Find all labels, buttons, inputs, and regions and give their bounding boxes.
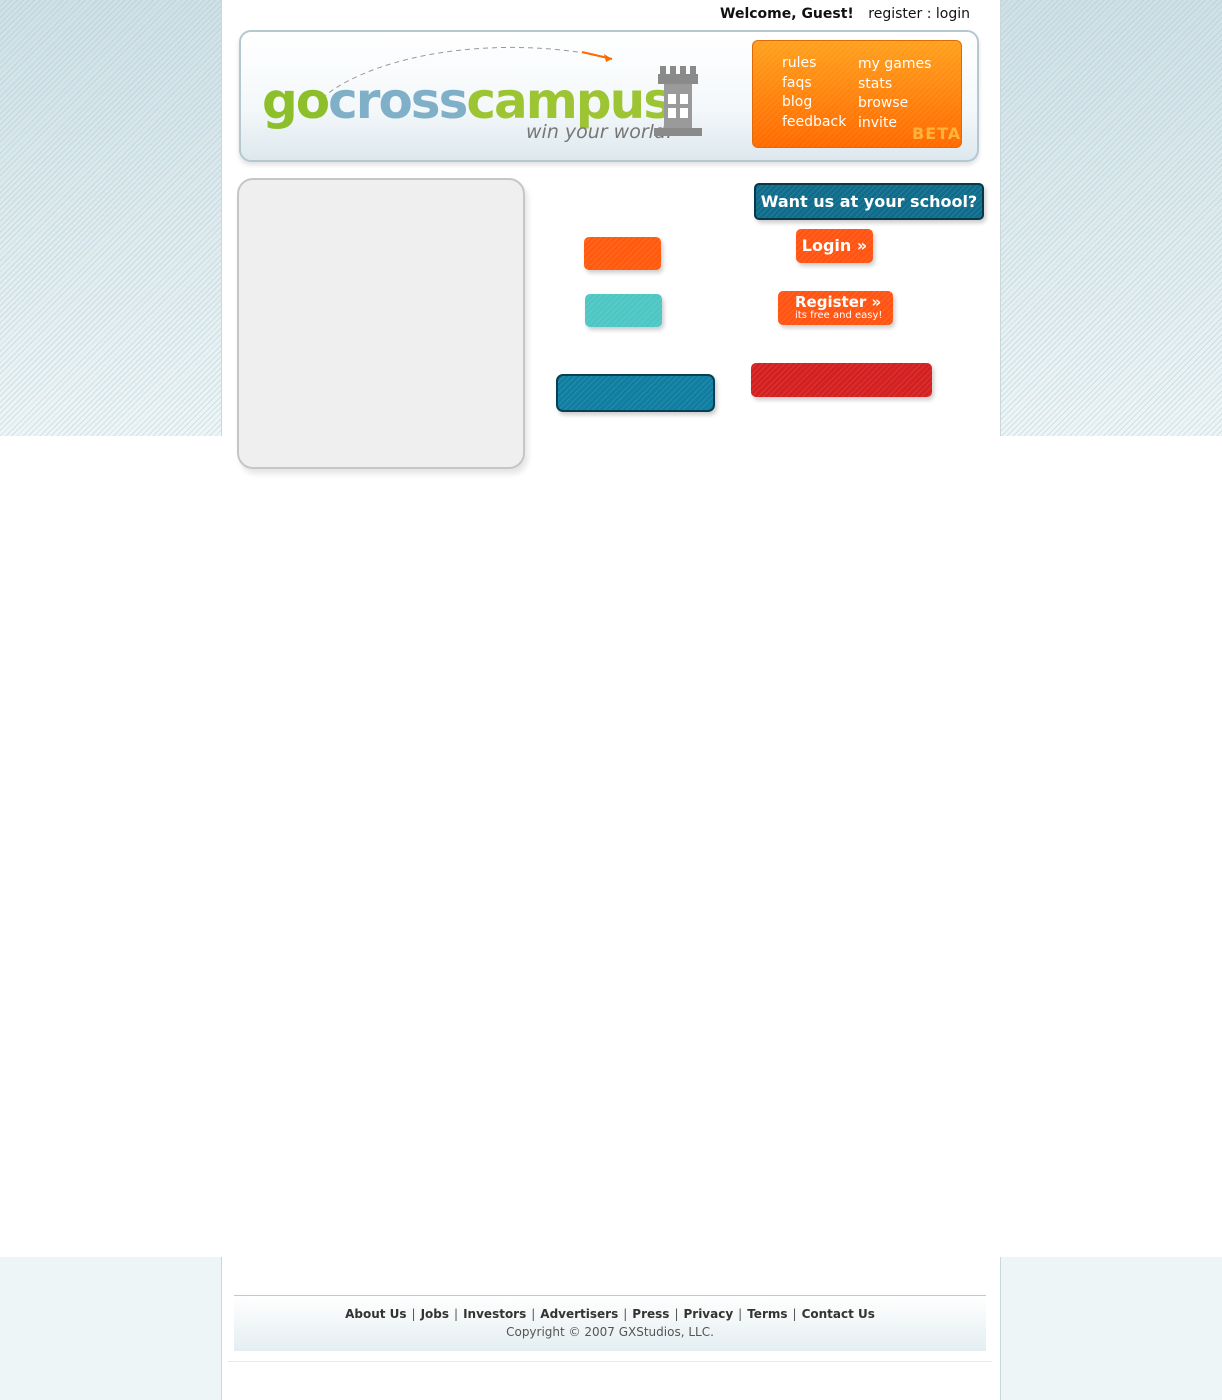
- footer-separator: |: [738, 1307, 743, 1321]
- footer-link-advertisers[interactable]: Advertisers: [540, 1307, 618, 1321]
- footer-link-contact-us[interactable]: Contact Us: [802, 1307, 875, 1321]
- red-button[interactable]: [751, 363, 932, 397]
- login-button[interactable]: Login »: [796, 229, 873, 263]
- register-button[interactable]: Register » its free and easy!: [778, 291, 893, 325]
- side-panel: [237, 178, 525, 469]
- footer-link-about-us[interactable]: About Us: [345, 1307, 406, 1321]
- nav-stats[interactable]: stats: [858, 76, 892, 92]
- footer-link-investors[interactable]: Investors: [463, 1307, 526, 1321]
- footer-link-jobs[interactable]: Jobs: [421, 1307, 449, 1321]
- orange-button[interactable]: [584, 237, 661, 270]
- footer-separator: |: [792, 1307, 797, 1321]
- login-link[interactable]: login: [936, 6, 970, 22]
- nav-browse[interactable]: browse: [858, 95, 908, 111]
- link-separator: :: [922, 6, 936, 22]
- user-bar: Welcome, Guest! register : login: [720, 6, 970, 22]
- nav-rules[interactable]: rules: [782, 55, 816, 71]
- footer-link-terms[interactable]: Terms: [747, 1307, 787, 1321]
- footer-separator: |: [454, 1307, 459, 1321]
- register-button-subtext: its free and easy!: [795, 310, 883, 321]
- rook-tower-icon: [654, 66, 702, 136]
- logo-tagline: win your world.: [526, 121, 673, 143]
- footer-separator: |: [531, 1307, 536, 1321]
- beta-badge: BETA: [912, 124, 962, 143]
- logo-go: go: [262, 72, 330, 130]
- footer-link-press[interactable]: Press: [632, 1307, 669, 1321]
- nav-invite[interactable]: invite: [858, 115, 897, 131]
- logo-cross: cross: [328, 72, 468, 130]
- register-link[interactable]: register: [868, 6, 922, 22]
- register-button-label: Register »: [795, 293, 882, 311]
- footer-separator: |: [674, 1307, 679, 1321]
- blue-button[interactable]: [556, 374, 715, 412]
- welcome-message: Welcome, Guest!: [720, 6, 854, 22]
- nav-my-games[interactable]: my games: [858, 56, 931, 72]
- site-footer: About Us | Jobs | Investors | Advertisers | Pres…: [234, 1295, 986, 1351]
- nav-blog[interactable]: blog: [782, 94, 812, 110]
- nav-feedback[interactable]: feedback: [782, 114, 846, 130]
- copyright-notice: Copyright © 2007 GXStudios, LLC.: [506, 1325, 714, 1339]
- school-request-button[interactable]: Want us at your school? »: [754, 183, 984, 244]
- footer-separator: |: [411, 1307, 416, 1321]
- teal-button[interactable]: [585, 294, 662, 327]
- footer-link-privacy[interactable]: Privacy: [683, 1307, 733, 1321]
- nav-faqs[interactable]: faqs: [782, 75, 812, 91]
- footer-links: About Us | Jobs | Investors | Advertisers | Pres…: [234, 1307, 986, 1321]
- footer-separator: |: [623, 1307, 628, 1321]
- footer-divider: [228, 1361, 992, 1362]
